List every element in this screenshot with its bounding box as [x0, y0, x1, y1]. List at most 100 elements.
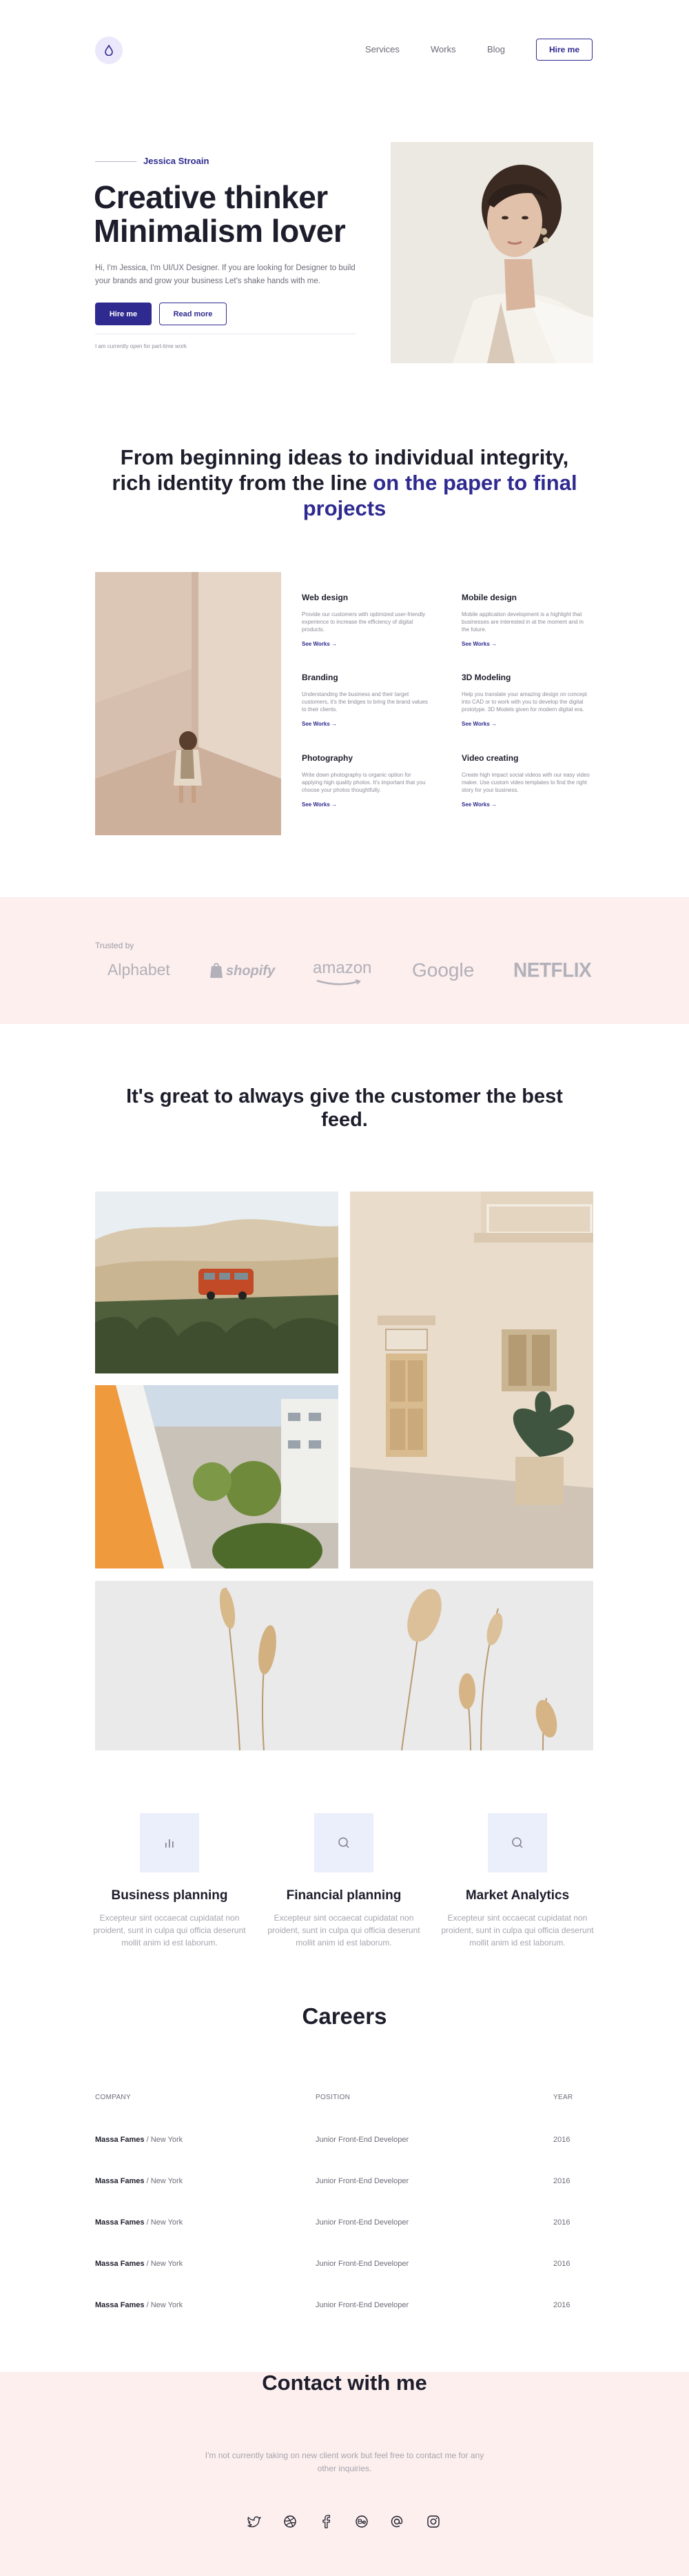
drop-icon: [105, 45, 113, 56]
gallery-street-photo: [95, 1385, 338, 1568]
company-name: Massa Fames: [95, 2218, 145, 2227]
behance-icon[interactable]: [353, 2513, 370, 2530]
feedback-heading: It's great to always give the customer t…: [126, 1085, 563, 1131]
see-works-link[interactable]: See Works →: [462, 641, 593, 647]
instagram-icon[interactable]: [425, 2513, 442, 2530]
feature-desc: Excepteur sint occaecat cupidatat non pr…: [441, 1913, 594, 1948]
feature-icon-box-financial: [314, 1813, 373, 1872]
company-location: / New York: [144, 2301, 183, 2309]
company-name: Massa Fames: [95, 2301, 145, 2309]
table-row-company: Massa Fames / New York: [95, 2136, 183, 2144]
brand-shopify: shopify: [226, 963, 276, 979]
brand-alphabet: Alphabet: [107, 961, 170, 979]
service-title: Video creating: [462, 753, 519, 763]
service-desc: Create high impact social videos with ou…: [462, 772, 590, 793]
name-divider: [95, 161, 136, 162]
see-works-link[interactable]: See Works →: [302, 801, 433, 808]
logo[interactable]: [95, 37, 123, 64]
services-photo: [95, 572, 281, 835]
hero-title-line1: Creative thinker: [94, 179, 328, 215]
bar-chart-icon: [165, 1839, 174, 1848]
table-row-company: Massa Fames / New York: [95, 2301, 183, 2309]
gallery-van-photo: [95, 1192, 338, 1373]
hire-me-button[interactable]: Hire me: [95, 303, 152, 325]
company-name: Massa Fames: [95, 2177, 145, 2185]
service-title: Mobile design: [462, 593, 517, 602]
service-3d-modeling: 3D Modeling Help you translate your amaz…: [462, 673, 593, 727]
feature-icon-box-market: [488, 1813, 547, 1872]
hero-note: I am currently open for part-time work: [95, 343, 187, 349]
company-name: Massa Fames: [95, 2136, 145, 2144]
gallery-grass-photo: [95, 1581, 593, 1750]
feature-title: Financial planning: [286, 1888, 402, 1903]
service-title: Web design: [302, 593, 349, 602]
table-row-year: 2016: [553, 2260, 570, 2268]
hero-name: Jessica Stroain: [143, 156, 209, 166]
read-more-button[interactable]: Read more: [159, 303, 227, 325]
facebook-icon[interactable]: [318, 2513, 334, 2530]
see-works-link[interactable]: See Works →: [302, 721, 433, 727]
table-row-year: 2016: [553, 2301, 570, 2309]
contact-description: I'm not currently taking on new client w…: [205, 2451, 484, 2473]
table-row-position: Junior Front-End Developer: [316, 2177, 409, 2185]
service-web-design: Web design Provide our customers with op…: [302, 593, 433, 647]
brand-amazon: amazon: [313, 959, 372, 977]
brand-google: Google: [412, 959, 475, 981]
company-location: / New York: [144, 2260, 183, 2268]
dribbble-icon[interactable]: [282, 2513, 298, 2530]
service-desc: Understanding the business and their tar…: [302, 691, 428, 713]
hero-title-line2: Minimalism lover: [94, 213, 346, 249]
table-row-company: Massa Fames / New York: [95, 2218, 183, 2227]
table-row-position: Junior Front-End Developer: [316, 2260, 409, 2268]
nav-services[interactable]: Services: [365, 44, 400, 54]
brand-netflix: NETFLIX: [513, 959, 592, 981]
service-desc: Help you translate your amazing design o…: [462, 691, 587, 713]
feature-title: Business planning: [111, 1888, 228, 1903]
company-location: / New York: [144, 2177, 183, 2185]
company-location: / New York: [144, 2218, 183, 2227]
column-header-year: YEAR: [553, 2094, 573, 2101]
nav-blog[interactable]: Blog: [487, 44, 505, 54]
service-desc: Provide our customers with optimized use…: [302, 611, 426, 633]
twitter-icon[interactable]: [246, 2513, 263, 2530]
nav-works[interactable]: Works: [431, 44, 456, 54]
table-row-company: Massa Fames / New York: [95, 2177, 183, 2185]
see-works-link[interactable]: See Works →: [462, 801, 593, 808]
service-desc: Mobile application development is a high…: [462, 611, 584, 633]
table-row-position: Junior Front-End Developer: [316, 2218, 409, 2227]
table-row-year: 2016: [553, 2218, 570, 2227]
amazon-smile-icon: [316, 977, 364, 985]
column-header-company: COMPANY: [95, 2094, 131, 2101]
table-row-year: 2016: [553, 2136, 570, 2144]
see-works-link[interactable]: See Works →: [302, 641, 433, 647]
service-title: Photography: [302, 753, 353, 763]
hire-me-header-button[interactable]: Hire me: [536, 39, 593, 61]
hero-description: Hi, I'm Jessica, I'm UI/UX Designer. If …: [95, 264, 356, 285]
company-name: Massa Fames: [95, 2260, 145, 2268]
hero-title: Creative thinker Minimalism lover: [94, 181, 383, 248]
column-header-position: POSITION: [316, 2094, 351, 2101]
table-row-position: Junior Front-End Developer: [316, 2136, 409, 2144]
trusted-label: Trusted by: [95, 941, 134, 950]
feature-desc: Excepteur sint occaecat cupidatat non pr…: [93, 1913, 246, 1948]
gallery-building-photo: [350, 1192, 593, 1568]
company-location: / New York: [144, 2136, 183, 2144]
feature-desc: Excepteur sint occaecat cupidatat non pr…: [267, 1913, 420, 1948]
table-row-year: 2016: [553, 2177, 570, 2185]
service-desc: Write down photography is organic option…: [302, 772, 426, 793]
table-row-company: Massa Fames / New York: [95, 2260, 183, 2268]
statement-heading: From beginning ideas to individual integ…: [103, 444, 586, 521]
service-branding: Branding Understanding the business and …: [302, 673, 433, 727]
feature-title: Market Analytics: [465, 1888, 570, 1903]
feature-icon-box-business: [140, 1813, 199, 1872]
contact-title: Contact with me: [262, 2371, 427, 2395]
email-at-icon[interactable]: [389, 2513, 405, 2530]
table-row-position: Junior Front-End Developer: [316, 2301, 409, 2309]
service-mobile-design: Mobile design Mobile application develop…: [462, 593, 593, 647]
service-title: 3D Modeling: [462, 673, 511, 682]
search-icon: [338, 1837, 349, 1848]
service-video-creating: Video creating Create high impact social…: [462, 753, 593, 808]
shopify-bag-icon: [209, 962, 224, 979]
see-works-link[interactable]: See Works →: [462, 721, 593, 727]
search-icon: [512, 1837, 523, 1848]
